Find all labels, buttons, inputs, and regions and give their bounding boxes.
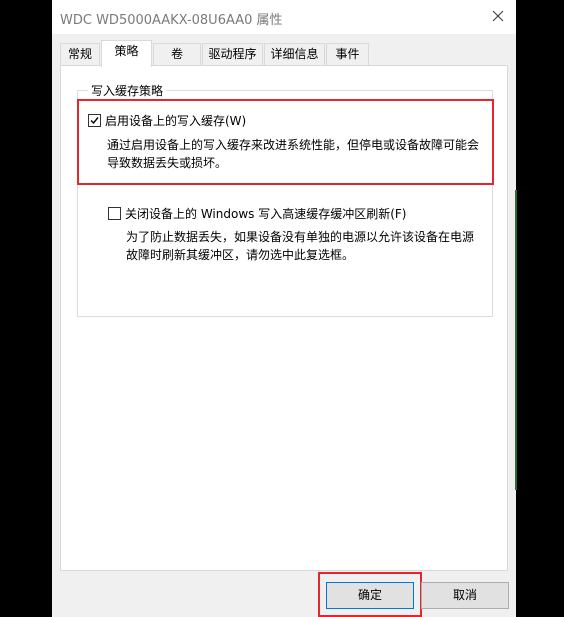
close-icon[interactable] [484, 4, 512, 28]
window-title: WDC WD5000AAKX-08U6AA0 属性 [60, 13, 283, 28]
enable-write-cache-option[interactable]: 启用设备上的写入缓存(W) [88, 112, 246, 129]
flush-desc-line-2: 故障时刷新其缓冲区，请勿选中此复选框。 [126, 248, 355, 262]
turn-off-flush-description: 为了防止数据丢失，如果设备没有单独的电源以允许该设备在电源 故障时刷新其缓冲区，… [126, 228, 474, 264]
flush-desc-line-1: 为了防止数据丢失，如果设备没有单独的电源以允许该设备在电源 [126, 230, 475, 244]
enable-write-cache-label: 启用设备上的写入缓存(W) [105, 114, 247, 128]
policies-panel: 写入缓存策略 启用设备上的写入缓存(W) 通过启用设备上的写入缓存来改进系统性能… [60, 65, 508, 571]
background-window-edge [515, 190, 517, 490]
ok-button[interactable]: 确定 [326, 582, 414, 609]
turn-off-flush-option[interactable]: 关闭设备上的 Windows 写入高速缓存缓冲区刷新(F) [108, 205, 406, 222]
tab-driver[interactable]: 驱动程序 [202, 43, 263, 66]
tab-policies[interactable]: 策略 [101, 40, 152, 67]
turn-off-flush-label: 关闭设备上的 Windows 写入高速缓存缓冲区刷新(F) [125, 207, 407, 221]
enable-write-cache-description: 通过启用设备上的写入缓存来改进系统性能，但停电或设备故障可能会 导致数据丢失或损… [107, 136, 479, 172]
desc-line-1: 通过启用设备上的写入缓存来改进系统性能，但停电或设备故障可能会 [107, 138, 480, 152]
group-label: 写入缓存策略 [88, 82, 167, 99]
tab-events[interactable]: 事件 [326, 43, 369, 66]
tab-general[interactable]: 常规 [60, 43, 100, 66]
tab-strip: 常规 策略 卷 驱动程序 详细信息 事件 [60, 40, 510, 67]
properties-dialog: WDC WD5000AAKX-08U6AA0 属性 常规 策略 卷 驱动程序 详… [52, 0, 516, 617]
tab-volumes[interactable]: 卷 [153, 43, 201, 66]
tab-details[interactable]: 详细信息 [264, 43, 325, 66]
title-bar: WDC WD5000AAKX-08U6AA0 属性 [52, 0, 516, 34]
enable-write-cache-checkbox[interactable] [88, 114, 101, 127]
cancel-button[interactable]: 取消 [421, 582, 509, 609]
turn-off-flush-checkbox[interactable] [108, 207, 121, 220]
desc-line-2: 导致数据丢失或损坏。 [107, 156, 228, 170]
